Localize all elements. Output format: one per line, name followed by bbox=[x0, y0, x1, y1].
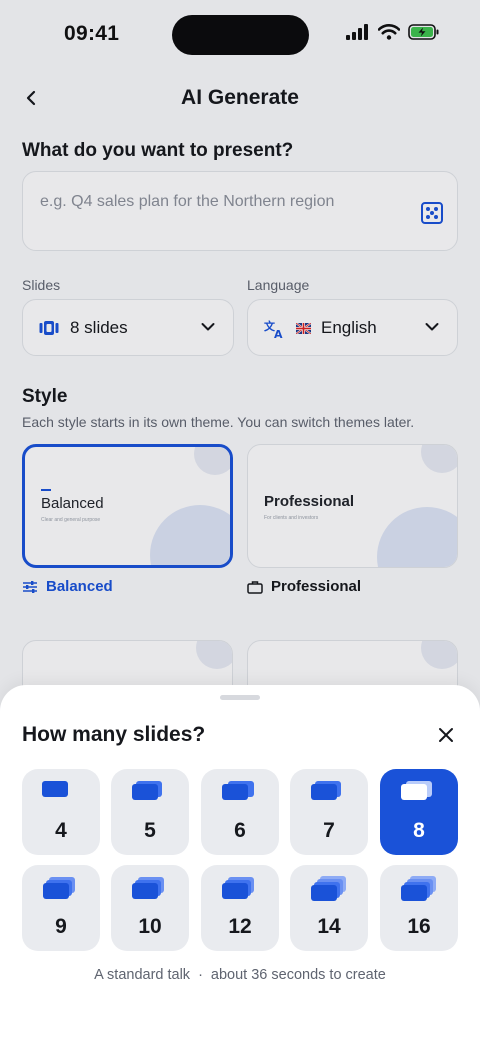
option-label: 6 bbox=[234, 819, 246, 842]
option-label: 7 bbox=[323, 819, 335, 842]
option-label: 4 bbox=[55, 819, 67, 842]
footer-estimate: about 36 seconds to create bbox=[210, 967, 386, 983]
slide-stack-icon bbox=[311, 781, 341, 800]
option-label: 8 bbox=[413, 819, 425, 842]
option-label: 14 bbox=[317, 915, 341, 938]
option-label: 5 bbox=[144, 819, 156, 842]
slide-stack-icon bbox=[42, 781, 68, 797]
slide-stack-icon bbox=[132, 781, 162, 800]
slide-count-option-6[interactable]: 6 bbox=[201, 769, 279, 855]
sheet-footer: A standard talk · about 36 seconds to crea… bbox=[0, 967, 480, 983]
option-label: 16 bbox=[407, 915, 431, 938]
slide-stack-icon bbox=[222, 781, 254, 800]
slide-count-option-10[interactable]: 10 bbox=[111, 865, 189, 951]
slide-count-option-5[interactable]: 5 bbox=[111, 769, 189, 855]
option-label: 10 bbox=[138, 915, 162, 938]
slide-count-option-7[interactable]: 7 bbox=[290, 769, 368, 855]
slide-count-option-14[interactable]: 14 bbox=[290, 865, 368, 951]
slide-count-option-16[interactable]: 16 bbox=[380, 865, 458, 951]
option-label: 12 bbox=[228, 915, 252, 938]
slide-count-option-9[interactable]: 9 bbox=[22, 865, 100, 951]
slide-stack-icon bbox=[43, 877, 75, 899]
slide-stack-icon bbox=[401, 876, 436, 901]
sheet-title: How many slides? bbox=[22, 723, 206, 746]
slide-stack-icon bbox=[311, 876, 346, 901]
slide-stack-icon bbox=[132, 877, 164, 899]
footer-separator: · bbox=[198, 967, 203, 983]
slide-count-option-8[interactable]: 8 bbox=[380, 769, 458, 855]
sheet-grabber[interactable] bbox=[220, 695, 260, 700]
slide-stack-icon bbox=[222, 877, 254, 899]
close-icon[interactable] bbox=[436, 725, 456, 745]
slide-stack-icon bbox=[401, 781, 432, 800]
option-label: 9 bbox=[55, 915, 67, 938]
footer-description: A standard talk bbox=[94, 967, 191, 983]
slide-count-option-12[interactable]: 12 bbox=[201, 865, 279, 951]
slide-count-sheet: How many slides? 4 5 6 7 8 9 10 12 14 16… bbox=[0, 685, 480, 1043]
slide-count-option-4[interactable]: 4 bbox=[22, 769, 100, 855]
